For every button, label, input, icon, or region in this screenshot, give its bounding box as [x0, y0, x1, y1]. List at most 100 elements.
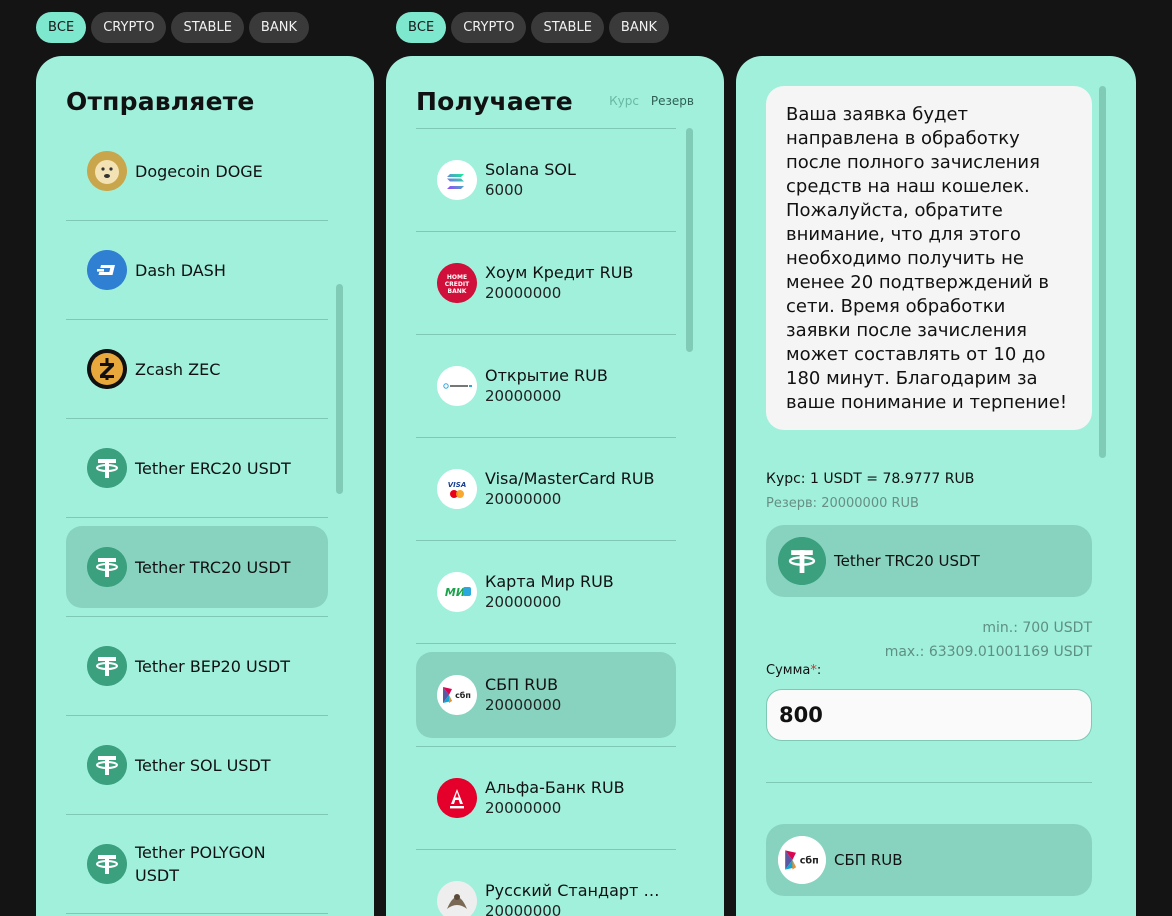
home-credit-icon: HOME CREDIT BANK	[437, 263, 477, 303]
receive-item-solana[interactable]: Solana SOL 6000	[416, 129, 676, 232]
receive-filter-crypto[interactable]: CRYPTO	[451, 12, 527, 43]
sum-input[interactable]	[766, 689, 1092, 741]
send-item-tether-bep20[interactable]: Tether BEP20 USDT	[66, 617, 328, 716]
send-currency-list: Dogecoin DOGE Dash DASH Zcash ZEC Tether…	[66, 122, 328, 914]
receive-filter-bank[interactable]: BANK	[608, 12, 669, 43]
receive-filter-all[interactable]: ВСЕ	[396, 12, 447, 43]
receive-item-name: Альфа-Банк RUB	[485, 778, 625, 797]
send-item-tether-trc20[interactable]: Tether TRC20 USDT	[66, 518, 328, 617]
receive-item-name: СБП RUB	[485, 675, 559, 694]
send-panel: Отправляете Dogecoin DOGE Dash DASH Zcas…	[36, 56, 374, 916]
send-filter-tabs: ВСЕ CRYPTO STABLE BANK	[36, 12, 309, 43]
sbp-icon: сбп	[778, 836, 826, 884]
receive-filter-stable[interactable]: STABLE	[531, 12, 604, 43]
receive-item-russian-standard[interactable]: Русский Стандарт RUB 20000000	[416, 850, 676, 916]
receive-item-name: Карта Мир RUB	[485, 572, 614, 591]
send-item-label: Tether ERC20 USDT	[135, 458, 291, 478]
send-item-zcash[interactable]: Zcash ZEC	[66, 320, 328, 419]
receive-panel-title: Получаете	[416, 87, 573, 116]
processing-notice: Ваша заявка будет направлена в обработку…	[766, 86, 1092, 430]
send-item-label: Tether TRC20 USDT	[135, 557, 291, 577]
send-item-label: Tether POLYGON USDT	[135, 843, 266, 885]
receive-item-reserve: 20000000	[485, 902, 562, 916]
form-divider	[766, 782, 1092, 783]
send-item-tether-sol[interactable]: Tether SOL USDT	[66, 716, 328, 815]
send-item-label: Dogecoin DOGE	[135, 161, 263, 181]
visa-mastercard-icon: VISA	[437, 469, 477, 509]
alfa-bank-icon	[437, 778, 477, 818]
receive-item-alfa-bank[interactable]: Альфа-Банк RUB 20000000	[416, 747, 676, 850]
receive-currency-list: Solana SOL 6000 HOME CREDIT BANK Хоум Креди…	[416, 128, 676, 916]
receive-item-reserve: 20000000	[485, 696, 562, 714]
svg-text:VISA: VISA	[448, 481, 466, 489]
receive-item-name: Хоум Кредит RUB	[485, 263, 634, 282]
rate-value: 1 USDT = 78.9777 RUB	[809, 471, 975, 487]
receive-item-name: Visa/MasterCard RUB	[485, 469, 655, 488]
send-panel-title: Отправляете	[66, 87, 255, 116]
receive-item-reserve: 20000000	[485, 284, 562, 302]
sort-by-reserve[interactable]: Резерв	[651, 94, 694, 108]
receive-item-otkritie[interactable]: Открытие RUB 20000000	[416, 335, 676, 438]
receive-item-visa-mastercard[interactable]: VISA Visa/MasterCard RUB 20000000	[416, 438, 676, 541]
send-item-dogecoin[interactable]: Dogecoin DOGE	[66, 122, 328, 221]
send-filter-all[interactable]: ВСЕ	[36, 12, 87, 43]
mir-icon: МИ	[437, 572, 477, 612]
exchange-reserve: Резерв: 20000000 RUB	[766, 496, 919, 511]
exchange-rate: Курс: 1 USDT = 78.9777 RUB	[766, 471, 974, 487]
receive-panel: Получаете Курс Резерв Solana SOL 6000 HOM…	[386, 56, 724, 916]
svg-text:BANK: BANK	[448, 288, 467, 295]
exchange-page: ВСЕ CRYPTO STABLE BANK ВСЕ CRYPTO STABLE…	[0, 0, 1172, 916]
svg-text:HOME: HOME	[447, 274, 467, 281]
receive-item-name: Solana SOL	[485, 160, 576, 179]
send-list-scrollbar[interactable]	[336, 284, 343, 494]
svg-text:сбп: сбп	[800, 855, 819, 867]
send-item-label: Dash DASH	[135, 260, 226, 280]
min-amount: min.: 700 USDT	[982, 620, 1092, 636]
otkritie-icon	[437, 366, 477, 406]
receive-item-name: Русский Стандарт RUB	[485, 881, 660, 900]
send-item-tether-erc20[interactable]: Tether ERC20 USDT	[66, 419, 328, 518]
notice-scrollbar[interactable]	[1099, 86, 1106, 458]
receive-item-reserve: 6000	[485, 181, 524, 199]
sbp-icon: сбп	[437, 675, 477, 715]
tether-icon	[87, 547, 127, 587]
from-currency-label: Tether TRC20 USDT	[834, 552, 980, 570]
zcash-icon	[87, 349, 127, 389]
receive-item-reserve: 20000000	[485, 799, 562, 817]
send-item-label: Tether SOL USDT	[135, 755, 271, 775]
to-currency-select[interactable]: сбп СБП RUB	[766, 824, 1092, 896]
reserve-value: 20000000 RUB	[821, 496, 919, 511]
send-item-tether-polygon[interactable]: Tether POLYGON USDT	[66, 815, 328, 914]
tether-icon	[87, 448, 127, 488]
send-item-label: Tether BEP20 USDT	[135, 656, 290, 676]
exchange-form-panel: Ваша заявка будет направлена в обработку…	[736, 56, 1136, 916]
rate-label: Курс:	[766, 471, 806, 487]
receive-list-scrollbar[interactable]	[686, 128, 693, 352]
receive-sort-controls: Курс Резерв	[609, 94, 694, 108]
sum-label: Сумма*:	[766, 663, 822, 678]
from-currency-select[interactable]: Tether TRC20 USDT	[766, 525, 1092, 597]
receive-item-home-credit[interactable]: HOME CREDIT BANK Хоум Кредит RUB 20000000	[416, 232, 676, 335]
tether-icon	[87, 646, 127, 686]
sort-by-rate[interactable]: Курс	[609, 94, 639, 108]
solana-icon	[437, 160, 477, 200]
receive-item-mir[interactable]: МИ Карта Мир RUB 20000000	[416, 541, 676, 644]
send-filter-stable[interactable]: STABLE	[171, 12, 244, 43]
tether-icon	[87, 844, 127, 884]
receive-item-name: Открытие RUB	[485, 366, 608, 385]
send-item-label: Zcash ZEC	[135, 359, 221, 379]
receive-item-reserve: 20000000	[485, 490, 562, 508]
max-amount: max.: 63309.01001169 USDT	[884, 644, 1092, 660]
tether-icon	[778, 537, 826, 585]
russian-standard-icon	[437, 881, 477, 916]
receive-item-reserve: 20000000	[485, 387, 562, 405]
receive-item-sbp[interactable]: сбп СБП RUB 20000000	[416, 644, 676, 747]
svg-text:сбп: сбп	[455, 690, 471, 700]
tether-icon	[87, 745, 127, 785]
svg-text:CREDIT: CREDIT	[445, 281, 470, 288]
receive-filter-tabs: ВСЕ CRYPTO STABLE BANK	[396, 12, 669, 43]
send-item-dash[interactable]: Dash DASH	[66, 221, 328, 320]
send-filter-crypto[interactable]: CRYPTO	[91, 12, 167, 43]
reserve-label: Резерв:	[766, 496, 818, 511]
send-filter-bank[interactable]: BANK	[248, 12, 309, 43]
